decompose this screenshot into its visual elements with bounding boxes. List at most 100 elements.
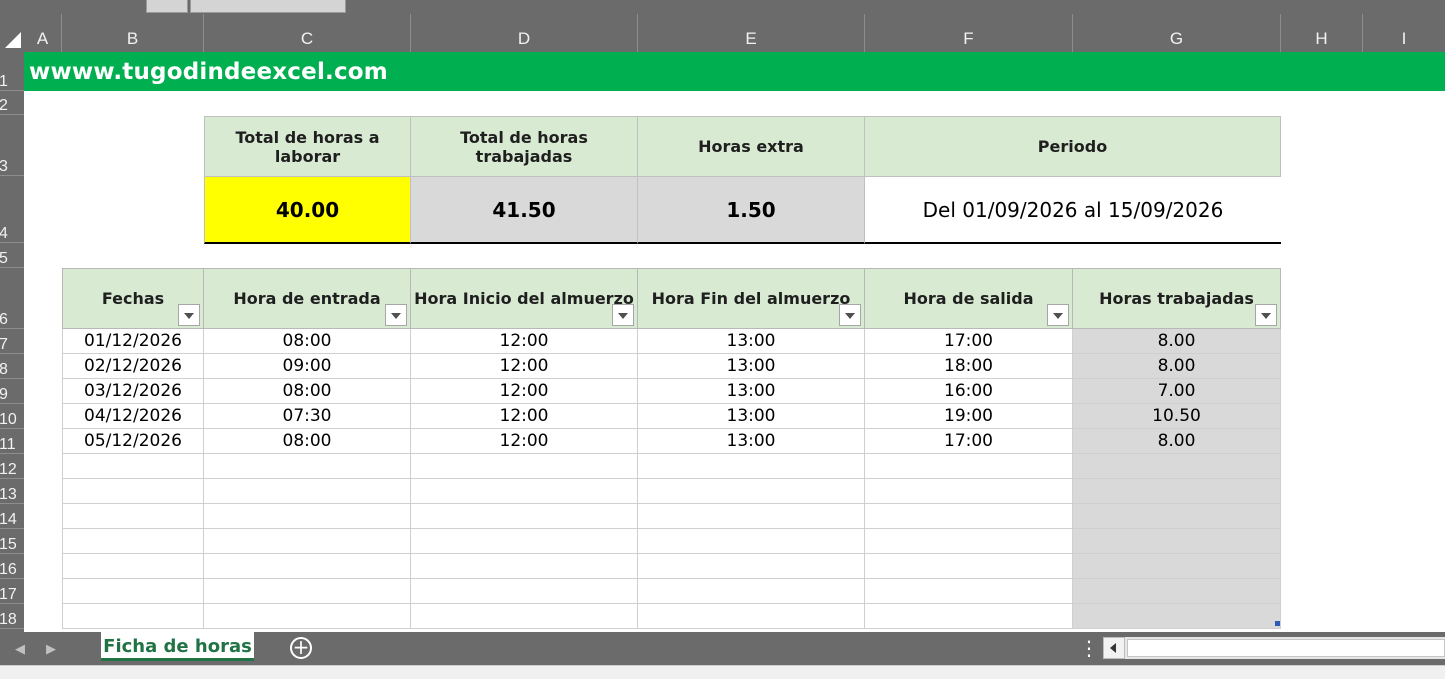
scroll-left-icon[interactable]: ◀ [15,642,25,657]
cell-fin-almuerzo[interactable] [638,579,865,604]
summary-value-period[interactable]: Del 01/09/2026 al 15/09/2026 [865,177,1281,244]
cell-horas-trabajadas[interactable] [1073,454,1281,479]
cell-inicio-almuerzo[interactable] [411,579,638,604]
cell-hora-entrada[interactable]: 07:30 [204,404,411,429]
cell-horas-trabajadas[interactable]: 8.00 [1073,354,1281,379]
scroll-right-icon[interactable]: ▶ [46,642,56,657]
table-header-horas-trabajadas[interactable]: Horas trabajadas [1073,268,1281,329]
cell-hora-entrada[interactable] [204,554,411,579]
row-header[interactable]: 6 [0,268,24,329]
cell-hora-salida[interactable]: 16:00 [865,379,1073,404]
cell-fecha[interactable] [62,604,204,629]
cell-inicio-almuerzo[interactable]: 12:00 [411,429,638,454]
cell-horas-trabajadas[interactable] [1073,529,1281,554]
row-header[interactable]: 16 [0,554,24,579]
site-banner[interactable]: wwww.tugodindeexcel.com [24,52,1445,91]
row-header[interactable]: 18 [0,604,24,629]
summary-header-period[interactable]: Periodo [865,116,1281,177]
summary-value-hours-worked[interactable]: 41.50 [411,177,638,244]
cell-horas-trabajadas[interactable]: 7.00 [1073,379,1281,404]
row-header[interactable]: 3 [0,115,24,176]
cell-fecha[interactable] [62,554,204,579]
cell-inicio-almuerzo[interactable] [411,529,638,554]
table-header-hora-entrada[interactable]: Hora de entrada [204,268,411,329]
cell-horas-trabajadas[interactable] [1073,579,1281,604]
cell-hora-salida[interactable] [865,529,1073,554]
row-header[interactable]: 7 [0,329,24,354]
scroll-left-button[interactable] [1103,637,1125,659]
table-header-inicio-almuerzo[interactable]: Hora Inicio del almuerzo [411,268,638,329]
filter-dropdown-button[interactable] [385,304,407,326]
cell-fin-almuerzo[interactable] [638,554,865,579]
row-header[interactable]: 2 [0,91,24,115]
cell-horas-trabajadas[interactable]: 10.50 [1073,404,1281,429]
row-header[interactable]: 5 [0,243,24,268]
row-header[interactable]: 8 [0,354,24,379]
cell-hora-entrada[interactable]: 08:00 [204,329,411,354]
cell-hora-entrada[interactable]: 08:00 [204,429,411,454]
cell-inicio-almuerzo[interactable]: 12:00 [411,379,638,404]
row-header[interactable]: 15 [0,529,24,554]
cell-inicio-almuerzo[interactable]: 12:00 [411,354,638,379]
filter-dropdown-button[interactable] [178,304,200,326]
filter-dropdown-button[interactable] [1047,304,1069,326]
cell-fin-almuerzo[interactable]: 13:00 [638,429,865,454]
cell-fin-almuerzo[interactable]: 13:00 [638,379,865,404]
cell-fecha[interactable]: 02/12/2026 [62,354,204,379]
formula-bar-button[interactable] [146,0,188,13]
formula-bar-controls[interactable] [190,0,346,13]
cell-hora-entrada[interactable] [204,604,411,629]
summary-value-overtime[interactable]: 1.50 [638,177,865,244]
cell-hora-entrada[interactable] [204,504,411,529]
cell-inicio-almuerzo[interactable]: 12:00 [411,329,638,354]
column-header-e[interactable]: E [638,14,865,52]
cell-inicio-almuerzo[interactable] [411,504,638,529]
cell-hora-salida[interactable]: 17:00 [865,329,1073,354]
cell-inicio-almuerzo[interactable] [411,604,638,629]
table-header-hora-salida[interactable]: Hora de salida [865,268,1073,329]
cell-hora-salida[interactable]: 18:00 [865,354,1073,379]
cell-inicio-almuerzo[interactable] [411,554,638,579]
cell-fin-almuerzo[interactable] [638,604,865,629]
cell-fin-almuerzo[interactable] [638,529,865,554]
summary-header-hours-worked[interactable]: Total de horas trabajadas [411,116,638,177]
cell-horas-trabajadas[interactable]: 8.00 [1073,429,1281,454]
row-header[interactable]: 13 [0,479,24,504]
cell-fin-almuerzo[interactable]: 13:00 [638,354,865,379]
table-resize-handle[interactable] [1275,621,1280,626]
cell-horas-trabajadas[interactable] [1073,504,1281,529]
cell-hora-salida[interactable] [865,504,1073,529]
scrollbar-thumb[interactable] [1127,639,1445,657]
cell-horas-trabajadas[interactable] [1073,604,1281,629]
cell-hora-salida[interactable] [865,604,1073,629]
column-header-d[interactable]: D [411,14,638,52]
cell-horas-trabajadas[interactable]: 8.00 [1073,329,1281,354]
summary-header-overtime[interactable]: Horas extra [638,116,865,177]
cell-fecha[interactable]: 01/12/2026 [62,329,204,354]
row-header[interactable]: 9 [0,379,24,404]
row-header[interactable]: 12 [0,454,24,479]
column-header-h[interactable]: H [1281,14,1363,52]
table-header-fechas[interactable]: Fechas [62,268,204,329]
summary-value-hours-to-work[interactable]: 40.00 [204,177,411,244]
cell-inicio-almuerzo[interactable] [411,479,638,504]
table-header-fin-almuerzo[interactable]: Hora Fin del almuerzo [638,268,865,329]
column-header-f[interactable]: F [865,14,1073,52]
cell-fecha[interactable]: 05/12/2026 [62,429,204,454]
add-sheet-icon[interactable]: + [290,637,312,659]
cell-horas-trabajadas[interactable] [1073,554,1281,579]
cell-hora-salida[interactable] [865,554,1073,579]
cell-hora-salida[interactable]: 19:00 [865,404,1073,429]
horizontal-scrollbar[interactable] [1103,637,1445,659]
cell-fecha[interactable] [62,529,204,554]
cell-fin-almuerzo[interactable]: 13:00 [638,404,865,429]
cell-horas-trabajadas[interactable] [1073,479,1281,504]
cell-hora-entrada[interactable]: 09:00 [204,354,411,379]
cell-hora-salida[interactable] [865,479,1073,504]
column-header-b[interactable]: B [62,14,204,52]
column-header-c[interactable]: C [204,14,411,52]
cell-hora-entrada[interactable]: 08:00 [204,379,411,404]
filter-dropdown-button[interactable] [839,304,861,326]
cell-fecha[interactable] [62,454,204,479]
cell-hora-entrada[interactable] [204,579,411,604]
